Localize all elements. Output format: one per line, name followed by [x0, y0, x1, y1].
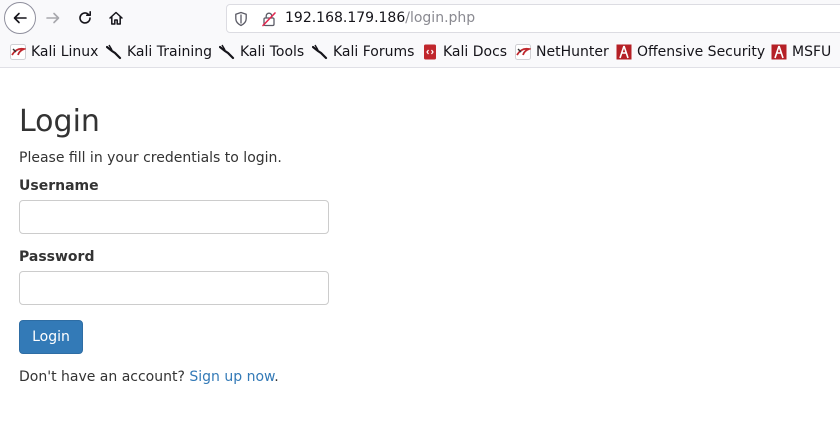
- kali-dragon-red-icon: [515, 44, 531, 60]
- bookmark-kali-tools[interactable]: Kali Tools: [219, 43, 304, 61]
- signup-prompt: Don't have an account? Sign up now.: [19, 369, 279, 385]
- arrow-right-icon: [46, 12, 60, 24]
- bookmark-label: Kali Tools: [240, 44, 305, 60]
- bookmark-label: Offensive Security: [637, 44, 766, 60]
- kali-dragon-red-icon: [10, 44, 26, 60]
- forward-button[interactable]: [38, 3, 68, 33]
- kali-dragon-icon: [219, 44, 235, 60]
- home-button[interactable]: [101, 3, 131, 33]
- kali-dragon-icon: [106, 44, 122, 60]
- bookmark-msfu[interactable]: MSFU: [771, 43, 831, 61]
- bookmark-label: Kali Linux: [31, 44, 99, 60]
- address-bar[interactable]: 192.168.179.186/login.php: [226, 4, 840, 33]
- arrow-left-icon: [13, 12, 27, 24]
- home-icon: [109, 11, 123, 25]
- kali-docs-icon: [424, 44, 436, 60]
- back-button[interactable]: [4, 2, 36, 34]
- reload-icon: [79, 11, 91, 24]
- bookmark-offensive-security[interactable]: Offensive Security: [616, 43, 765, 61]
- url-host: 192.168.179.186: [285, 10, 406, 26]
- password-input[interactable]: [19, 271, 329, 305]
- signup-link[interactable]: Sign up now: [189, 369, 274, 385]
- bookmark-kali-forums[interactable]: Kali Forums: [312, 43, 414, 61]
- kali-dragon-icon: [312, 44, 328, 60]
- bookmark-label: Kali Forums: [333, 44, 415, 60]
- browser-toolbar: 192.168.179.186/login.php: [0, 0, 840, 37]
- bookmark-kali-docs[interactable]: Kali Docs: [422, 43, 507, 61]
- bookmark-kali-linux[interactable]: Kali Linux: [10, 43, 98, 61]
- reload-button[interactable]: [70, 3, 100, 33]
- url-path: /login.php: [405, 10, 476, 26]
- bookmark-label: Kali Docs: [443, 44, 508, 60]
- bookmark-kali-training[interactable]: Kali Training: [106, 43, 212, 61]
- bookmark-label: Kali Training: [127, 44, 212, 60]
- page-title: Login: [19, 104, 100, 139]
- username-label: Username: [19, 178, 99, 194]
- bookmark-label: NetHunter: [536, 44, 609, 60]
- insecure-lock-icon[interactable]: [261, 11, 277, 27]
- login-button[interactable]: Login: [19, 320, 83, 354]
- bookmark-nethunter[interactable]: NetHunter: [515, 43, 609, 61]
- tracking-shield-icon[interactable]: [233, 11, 249, 27]
- url-text[interactable]: 192.168.179.186/login.php: [285, 10, 475, 26]
- password-label: Password: [19, 249, 95, 265]
- username-input[interactable]: [19, 200, 329, 234]
- page-subtitle: Please fill in your credentials to login…: [19, 150, 282, 166]
- offsec-icon: [616, 44, 632, 60]
- bookmarks-toolbar: Kali Linux Kali Training Kali Tools Kali…: [0, 37, 840, 68]
- bookmark-label: MSFU: [792, 44, 832, 60]
- offsec-icon: [771, 44, 787, 60]
- signup-suffix: .: [274, 369, 279, 385]
- signup-prompt-text: Don't have an account?: [19, 369, 185, 385]
